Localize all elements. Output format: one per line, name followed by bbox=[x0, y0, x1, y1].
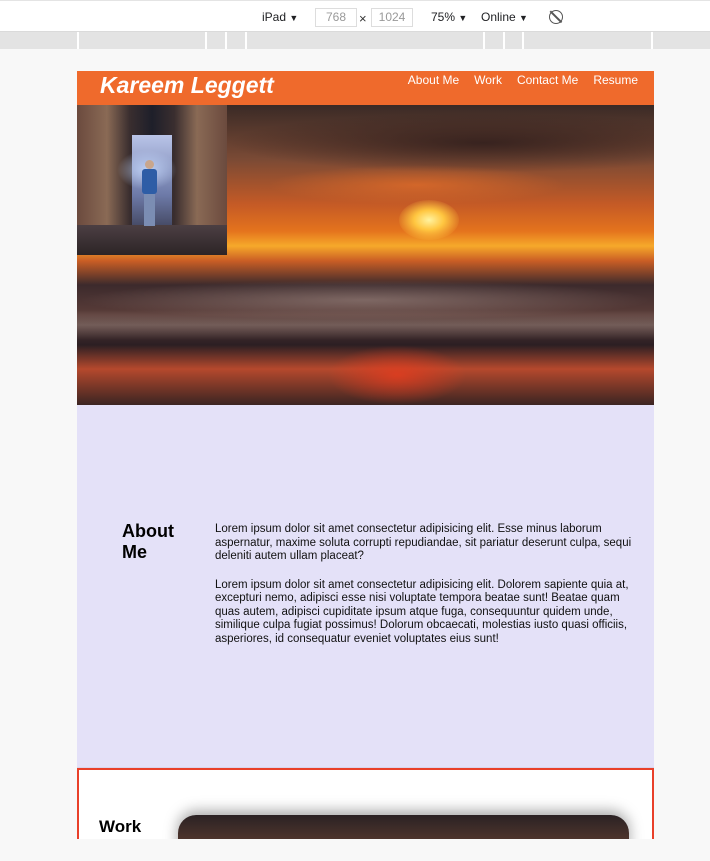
zoom-select[interactable]: 75% ▼ bbox=[431, 10, 467, 24]
chevron-down-icon: ▼ bbox=[289, 13, 299, 23]
site-nav: About Me Work Contact Me Resume bbox=[408, 73, 638, 87]
device-toolbar: iPad ▼ 768 × 1024 75% ▼ Online ▼ bbox=[0, 0, 710, 32]
site-header: Kareem Leggett About Me Work Contact Me … bbox=[77, 71, 654, 105]
ruler-divider bbox=[483, 32, 485, 49]
times-icon: × bbox=[359, 11, 367, 26]
device-select[interactable]: iPad ▼ bbox=[262, 10, 298, 24]
nav-link-resume[interactable]: Resume bbox=[593, 73, 638, 87]
about-paragraph: Lorem ipsum dolor sit amet consectetur a… bbox=[215, 578, 629, 645]
ruler-divider bbox=[205, 32, 207, 49]
about-section: About Me Lorem ipsum dolor sit amet cons… bbox=[77, 405, 654, 768]
work-project-card[interactable] bbox=[178, 815, 629, 839]
work-title: Work bbox=[99, 817, 142, 836]
zoom-label: 75% bbox=[431, 10, 456, 24]
chevron-down-icon: ▼ bbox=[458, 13, 468, 23]
about-text: Lorem ipsum dolor sit amet consectetur a… bbox=[215, 523, 643, 661]
media-query-ruler[interactable] bbox=[0, 32, 710, 49]
ruler-divider bbox=[77, 32, 79, 49]
nav-link-about[interactable]: About Me bbox=[408, 73, 459, 87]
ruler-divider bbox=[225, 32, 227, 49]
height-input[interactable]: 1024 bbox=[371, 8, 413, 27]
site-brand[interactable]: Kareem Leggett bbox=[100, 72, 274, 99]
about-paragraph: Lorem ipsum dolor sit amet consectetur a… bbox=[215, 523, 632, 562]
nav-link-work[interactable]: Work bbox=[474, 73, 502, 87]
rotate-icon[interactable] bbox=[549, 10, 563, 24]
network-label: Online bbox=[481, 10, 516, 24]
ruler-divider bbox=[522, 32, 524, 49]
ruler-divider bbox=[245, 32, 247, 49]
nav-link-contact[interactable]: Contact Me bbox=[517, 73, 578, 87]
page-viewport: Kareem Leggett About Me Work Contact Me … bbox=[77, 71, 654, 839]
ruler-divider bbox=[651, 32, 653, 49]
width-input[interactable]: 768 bbox=[315, 8, 357, 27]
hero-sunset-image bbox=[77, 105, 654, 405]
work-section: Work bbox=[77, 768, 654, 839]
chevron-down-icon: ▼ bbox=[519, 13, 528, 23]
profile-photo bbox=[77, 105, 227, 255]
device-label: iPad bbox=[262, 10, 287, 24]
about-title: About Me bbox=[122, 521, 174, 562]
network-throttle-select[interactable]: Online ▼ bbox=[481, 10, 528, 24]
ruler-divider bbox=[503, 32, 505, 49]
